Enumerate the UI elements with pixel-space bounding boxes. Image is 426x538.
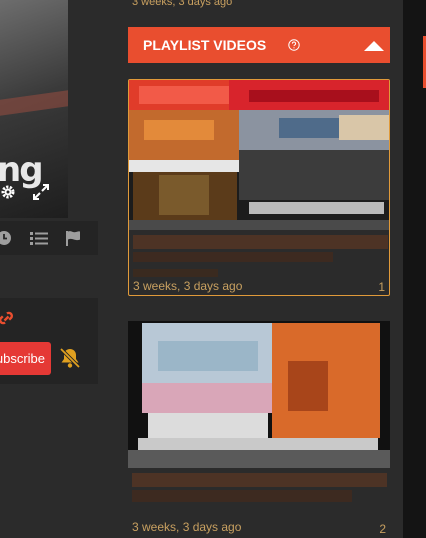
playlist-video-card[interactable]: 3 weeks, 3 days ago 2 bbox=[128, 321, 390, 538]
thumb-block bbox=[279, 118, 339, 138]
question-circle-icon[interactable] bbox=[288, 38, 300, 56]
video-player[interactable]: ng bbox=[0, 0, 68, 218]
video-title-redacted bbox=[132, 473, 387, 487]
thumb-block bbox=[288, 361, 328, 411]
playlist-title: PLAYLIST VIDEOS bbox=[143, 37, 267, 53]
thumb-block bbox=[239, 150, 389, 200]
video-date: 3 weeks, 3 days ago bbox=[132, 520, 242, 534]
video-index: 2 bbox=[379, 522, 386, 536]
thumb-block bbox=[129, 220, 389, 230]
video-title-redacted bbox=[133, 252, 333, 262]
video-index: 1 bbox=[378, 280, 385, 294]
page: ng bscribe 3 weeks, 3 days ago PLAYLIST … bbox=[0, 0, 426, 538]
channel-box: Subscribe bbox=[0, 298, 98, 384]
thumb-block bbox=[129, 160, 239, 172]
video-frame-road bbox=[0, 90, 68, 116]
thumb-block bbox=[249, 202, 384, 214]
thumb-block bbox=[249, 90, 379, 102]
caret-up-icon[interactable] bbox=[364, 39, 384, 57]
previous-video-date: 3 weeks, 3 days ago bbox=[132, 0, 233, 8]
video-title-redacted bbox=[133, 235, 388, 249]
video-title-redacted bbox=[132, 490, 352, 502]
right-panel-edge bbox=[403, 0, 426, 538]
playlist-header[interactable]: PLAYLIST VIDEOS bbox=[128, 27, 390, 63]
expand-icon[interactable] bbox=[32, 183, 50, 206]
thumb-block bbox=[159, 175, 209, 215]
thumb-block bbox=[339, 115, 389, 140]
video-thumbnail[interactable] bbox=[128, 321, 390, 468]
subscribe-button[interactable]: Subscribe bbox=[0, 342, 51, 375]
thumb-block bbox=[139, 86, 229, 104]
thumb-block bbox=[148, 413, 268, 438]
clock-icon[interactable] bbox=[0, 230, 12, 251]
link-icon[interactable] bbox=[0, 310, 13, 331]
flag-icon[interactable] bbox=[65, 230, 81, 251]
list-icon[interactable] bbox=[30, 230, 48, 251]
video-date: 3 weeks, 3 days ago bbox=[133, 279, 243, 293]
video-thumbnail[interactable] bbox=[129, 80, 389, 230]
thumb-block bbox=[144, 120, 214, 140]
bell-slash-icon[interactable] bbox=[58, 347, 82, 374]
playlist-video-card[interactable]: 3 weeks, 3 days ago 1 bbox=[128, 79, 390, 296]
player-toolbar bbox=[0, 221, 98, 255]
subscribe-label: Subscribe bbox=[0, 351, 45, 366]
thumb-block bbox=[142, 383, 272, 413]
thumb-block bbox=[128, 450, 390, 468]
thumb-block bbox=[158, 341, 258, 371]
video-channel-redacted bbox=[133, 269, 218, 277]
thumb-block bbox=[138, 438, 378, 450]
gear-icon[interactable] bbox=[0, 184, 16, 205]
